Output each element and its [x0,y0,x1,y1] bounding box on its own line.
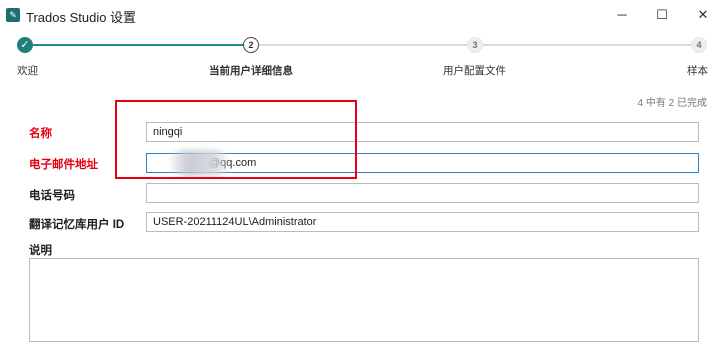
annotation-highlight-rect [115,100,357,179]
trados-app-icon: ✎ [6,8,20,22]
maximize-button[interactable]: ☐ [652,6,672,24]
phone-input[interactable] [146,183,699,203]
description-textarea[interactable] [29,258,699,342]
stepper-line [258,44,468,46]
step-1-check-icon: ✓ [17,37,33,53]
stepper-progress-line [33,44,243,46]
title-bar: ✎ Trados Studio 设置 ─ ☐ ✕ [0,0,727,30]
step-2-label: 当前用户详细信息 [209,65,293,77]
email-label: 电子邮件地址 [29,159,98,171]
description-label: 说明 [29,245,52,257]
step-2-circle: 2 [243,37,259,53]
tm-user-id-input[interactable]: USER-20211124UL\Administrator [146,212,699,232]
close-button[interactable]: ✕ [693,6,713,24]
step-4-label: 样本 [687,65,708,77]
progress-text: 4 中有 2 已完成 [637,98,707,109]
step-3-label: 用户配置文件 [443,65,506,77]
step-4-circle: 4 [691,37,707,53]
phone-label: 电话号码 [29,190,75,202]
stepper-line [482,44,692,46]
minimize-button[interactable]: ─ [612,6,632,24]
step-3-circle: 3 [467,37,483,53]
tm-user-id-label: 翻译记忆库用户 ID [29,219,125,231]
window-title: Trados Studio 设置 [26,10,137,25]
name-label: 名称 [29,128,52,140]
step-1-label: 欢迎 [17,65,38,77]
